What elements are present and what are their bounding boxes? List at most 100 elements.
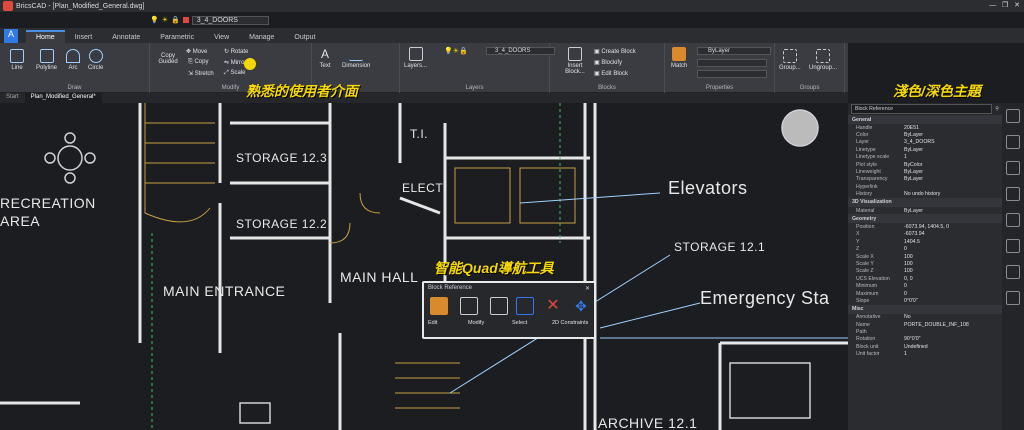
property-row[interactable]: Y 1404.5 (848, 238, 1002, 245)
rotate-button[interactable]: ↻ Rotate (224, 48, 248, 55)
property-value[interactable]: Undefined (904, 344, 1002, 350)
tab-start[interactable]: Start (0, 93, 25, 103)
property-row[interactable]: Unit factor 1 (848, 351, 1002, 358)
quad-delete-icon[interactable]: ✕ (544, 297, 562, 315)
panel-section-3d-visualization[interactable]: 3D Visualization (848, 197, 1002, 207)
quad-edit-icon[interactable] (430, 297, 448, 315)
property-row[interactable]: UCS Elevation 0, 0 (848, 275, 1002, 282)
blockify-button[interactable]: ▣ Blockify (594, 59, 622, 66)
layers-button[interactable]: Layers... (404, 47, 427, 69)
line-button[interactable]: Line (10, 49, 24, 71)
property-value[interactable]: 0 (904, 283, 1002, 289)
property-value[interactable]: 0 (904, 246, 1002, 252)
create-block-button[interactable]: ▣ Create Block (594, 48, 636, 55)
layers-panel-icon[interactable] (1006, 161, 1020, 175)
property-value[interactable]: -6073.94 (904, 231, 1002, 237)
panel-section-misc[interactable]: Misc (848, 304, 1002, 314)
quad-move-icon[interactable]: ✥ (572, 297, 590, 315)
copy-guided-button[interactable]: Copy Guided (152, 53, 184, 65)
tab-home[interactable]: Home (26, 30, 65, 43)
scale-button[interactable]: ⤢ Scale (224, 70, 245, 77)
edit-block-button[interactable]: ▣ Edit Block (594, 70, 628, 77)
stretch-button[interactable]: ⇲ Stretch (188, 70, 214, 77)
ungroup-button[interactable]: Ungroup... (809, 49, 837, 71)
property-row[interactable]: Maximum 0 (848, 290, 1002, 297)
property-value[interactable]: ByColor (904, 162, 1002, 168)
property-row[interactable]: Minimum 0 (848, 282, 1002, 289)
property-row[interactable]: Path (848, 328, 1002, 335)
tab-drawing[interactable]: Plan_Modified_General* (24, 93, 102, 103)
property-value[interactable]: No undo history (904, 191, 1002, 197)
property-row[interactable]: Linetype scale 1 (848, 154, 1002, 161)
components-icon[interactable] (1006, 265, 1020, 279)
property-value[interactable]: ByLayer (904, 169, 1002, 175)
tab-manage[interactable]: Manage (239, 32, 284, 43)
tab-output[interactable]: Output (284, 32, 325, 43)
tips-icon[interactable] (1006, 109, 1020, 123)
property-value[interactable]: ByLayer (904, 208, 1002, 214)
copy-button[interactable]: ⎘ Copy (188, 59, 208, 66)
panel-section-geometry[interactable]: Geometry (848, 214, 1002, 224)
property-value[interactable]: 0, 0 (904, 276, 1002, 282)
property-row[interactable]: Slope 0°0'0" (848, 297, 1002, 304)
property-row[interactable]: X -6073.94 (848, 231, 1002, 238)
color-dropdown[interactable]: ByLayer (697, 47, 772, 55)
property-row[interactable]: Scale Y 100 (848, 260, 1002, 267)
layer-dropdown[interactable]: 3_4_DOORS (486, 47, 556, 55)
property-row[interactable]: Hyperlink (848, 183, 1002, 190)
library-icon[interactable] (1006, 213, 1020, 227)
dimension-button[interactable]: Dimension (342, 47, 370, 69)
property-value[interactable]: 0 (904, 291, 1002, 297)
arc-button[interactable]: Arc (66, 49, 80, 71)
property-row[interactable]: Plot style ByColor (848, 161, 1002, 168)
property-value[interactable]: 1 (904, 154, 1002, 160)
property-value[interactable]: 90°0'0" (904, 336, 1002, 342)
tab-annotate[interactable]: Annotate (102, 32, 150, 43)
attachments-icon[interactable] (1006, 187, 1020, 201)
property-value[interactable]: -6073.94, 1404.5, 0 (904, 224, 1002, 230)
app-menu-button[interactable]: A (4, 29, 18, 43)
tab-parametric[interactable]: Parametric (150, 32, 204, 43)
polyline-button[interactable]: Polyline (36, 49, 57, 71)
qat-layer-dropdown[interactable]: 3_4_DOORS (191, 15, 269, 25)
quad-match-icon[interactable] (490, 297, 508, 315)
panel-section-general[interactable]: General (848, 115, 1002, 124)
property-row[interactable]: Handle 20E51 (848, 124, 1002, 131)
property-value[interactable]: 1 (904, 351, 1002, 357)
property-row[interactable]: Layer 3_4_DOORS (848, 139, 1002, 146)
property-value[interactable]: No (904, 314, 1002, 320)
drawing-canvas[interactable]: RECREATION AREA STORAGE 12.3 STORAGE 12.… (0, 103, 848, 430)
linetype-dropdown[interactable] (697, 59, 767, 67)
property-row[interactable]: Rotation 90°0'0" (848, 336, 1002, 343)
property-value[interactable]: ByLayer (904, 176, 1002, 182)
property-row[interactable]: Annotative No (848, 314, 1002, 321)
property-row[interactable]: Z0 (848, 245, 1002, 252)
property-row[interactable]: Lineweight ByLayer (848, 168, 1002, 175)
match-button[interactable]: Match (671, 47, 687, 69)
cloud-icon[interactable] (1006, 291, 1020, 305)
panel-selection-dropdown[interactable]: Block Reference (851, 104, 993, 114)
window-controls[interactable]: — ❐ ✕ (989, 1, 1020, 9)
property-value[interactable]: PORTE_DOUBLE_INF_108 (904, 322, 1002, 328)
insert-block-button[interactable]: Insert Block... (562, 47, 588, 75)
property-value[interactable]: ByLayer (904, 132, 1002, 138)
property-row[interactable]: Transparency ByLayer (848, 176, 1002, 183)
quad-close-icon[interactable]: ✕ (585, 285, 590, 292)
property-row[interactable]: Scale Z 100 (848, 268, 1002, 275)
move-button[interactable]: ✥ Move (186, 48, 207, 55)
property-row[interactable]: Name PORTE_DOUBLE_INF_108 (848, 321, 1002, 328)
group-button[interactable]: Group... (779, 49, 801, 71)
property-row[interactable]: History No undo history (848, 191, 1002, 198)
properties-icon[interactable] (1006, 135, 1020, 149)
panel-filter-icon[interactable]: ⚲ (995, 106, 999, 112)
tab-view[interactable]: View (204, 32, 239, 43)
property-row[interactable]: Position -6073.94, 1404.5, 0 (848, 223, 1002, 230)
property-row[interactable]: Block unit Undefined (848, 343, 1002, 350)
property-value[interactable]: 100 (904, 254, 1002, 260)
property-value[interactable]: 1404.5 (904, 239, 1002, 245)
property-row[interactable]: Scale X 100 (848, 253, 1002, 260)
function-icon[interactable] (1006, 239, 1020, 253)
property-value[interactable]: ByLayer (904, 147, 1002, 153)
property-row[interactable]: Material ByLayer (848, 207, 1002, 214)
mirror-button[interactable]: ⇋ Mirror (224, 59, 246, 66)
